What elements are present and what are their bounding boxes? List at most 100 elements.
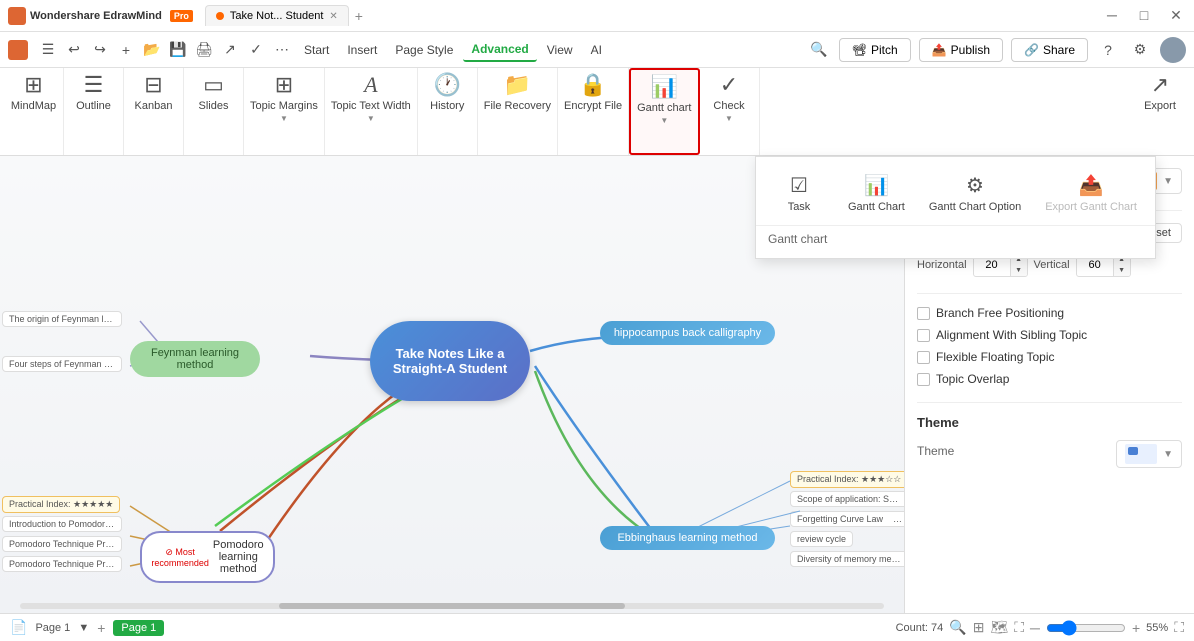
ribbon-encrypt-file[interactable]: 🔒 Encrypt File [558, 68, 629, 155]
print-icon[interactable]: 🖨 [192, 38, 216, 62]
vertical-down[interactable]: ▼ [1114, 265, 1130, 276]
check-ribbon-icon: ✓ [720, 74, 738, 96]
maximize-button[interactable]: □ [1134, 7, 1154, 24]
central-topic[interactable]: Take Notes Like a Straight-A Student [370, 321, 530, 401]
count-label: Count: 74 [896, 622, 944, 634]
user-avatar[interactable] [1160, 37, 1186, 63]
menu-page-style[interactable]: Page Style [387, 39, 461, 61]
ribbon-slides[interactable]: ▭ Slides [184, 68, 244, 155]
vertical-input[interactable] [1077, 257, 1113, 273]
minimize-button[interactable]: ─ [1102, 7, 1122, 24]
publish-button[interactable]: 📤 Publish [919, 38, 1003, 62]
topic-text-width-arrow: ▼ [367, 114, 375, 123]
zoom-in-button[interactable]: + [1132, 620, 1140, 636]
topic-overlap-checkbox[interactable] [917, 373, 930, 386]
add-page-button[interactable]: + [97, 620, 105, 636]
share-button[interactable]: 🔗 Share [1011, 38, 1088, 62]
zoom-out-button[interactable]: ─ [1030, 620, 1040, 636]
menu-hamburger-icon[interactable]: ☰ [36, 38, 60, 62]
grid-icon[interactable]: ⊞ [973, 619, 985, 636]
ribbon-file-recovery[interactable]: 📁 File Recovery [478, 68, 558, 155]
topic-overlap-label: Topic Overlap [936, 372, 1009, 386]
add-tab-button[interactable]: + [349, 6, 369, 26]
fit-icon[interactable]: 🔍 [949, 619, 966, 636]
zoom-slider[interactable] [1046, 620, 1126, 636]
alignment-sibling-checkbox[interactable] [917, 329, 930, 342]
gantt-chart-option-item[interactable]: ⚙ Gantt Chart Option [919, 169, 1031, 217]
tab-close-button[interactable]: ✕ [329, 11, 337, 22]
check-label: Check [713, 100, 744, 113]
page-dropdown-arrow[interactable]: ▼ [78, 622, 89, 634]
ribbon-topic-text-width[interactable]: A Topic Text Width ▼ [325, 68, 418, 155]
window-controls: ─ □ ✕ [1102, 7, 1186, 24]
theme-title: Theme [917, 415, 1182, 430]
gantt-chart-label: Gantt chart [637, 102, 691, 115]
sub-diversity: Diversity of memory methods [790, 551, 904, 567]
ribbon-outline[interactable]: ☰ Outline [64, 68, 124, 155]
ribbon-kanban[interactable]: ⊟ Kanban [124, 68, 184, 155]
redo-button[interactable]: ↪ [88, 38, 112, 62]
new-file-icon[interactable]: + [114, 38, 138, 62]
check-arrow: ▼ [725, 114, 733, 123]
encrypt-file-icon: 🔒 [579, 74, 606, 96]
horizontal-input[interactable] [974, 257, 1010, 273]
check-icon[interactable]: ✓ [244, 38, 268, 62]
feynman-node[interactable]: Feynman learning method [130, 341, 260, 377]
current-tab[interactable]: Take Not... Student ✕ [205, 5, 349, 26]
theme-dropdown-arrow: ▼ [1163, 449, 1173, 460]
h-scrollbar[interactable] [20, 603, 884, 609]
app-logo: Wondershare EdrawMind Pro [8, 7, 193, 25]
search-icon[interactable]: 🔍 [807, 38, 831, 62]
gantt-task-item[interactable]: ☑ Task [764, 169, 834, 217]
flexible-floating-row: Flexible Floating Topic [917, 350, 1182, 364]
ribbon-gantt-chart[interactable]: 📊 Gantt chart ▼ [629, 68, 699, 155]
menu-advanced[interactable]: Advanced [463, 38, 536, 62]
export-icon[interactable]: ↗ [218, 38, 242, 62]
hippocampus-node[interactable]: hippocampus back calligraphy [600, 321, 775, 345]
fullscreen-icon[interactable]: ⛶ [1014, 619, 1024, 636]
outline-label: Outline [76, 100, 111, 113]
save-icon[interactable]: 💾 [166, 38, 190, 62]
ribbon-topic-margins[interactable]: ⊞ Topic Margins ▼ [244, 68, 325, 155]
slides-label: Slides [199, 100, 229, 113]
publish-label: Publish [951, 43, 990, 57]
close-button[interactable]: ✕ [1166, 7, 1186, 24]
ebbinghaus-node[interactable]: Ebbinghaus learning method [600, 526, 775, 550]
ribbon-mindmap[interactable]: ⊞ MindMap [4, 68, 64, 155]
theme-section: Theme Theme ▼ [917, 415, 1182, 468]
topic-margins-arrow: ▼ [280, 114, 288, 123]
horizontal-down[interactable]: ▼ [1011, 265, 1027, 276]
share-label: Share [1043, 43, 1075, 57]
menu-ai[interactable]: AI [583, 39, 610, 61]
open-icon[interactable]: 📂 [140, 38, 164, 62]
active-page-tab[interactable]: Page 1 [113, 620, 164, 636]
tab-title: Take Not... Student [230, 10, 324, 22]
kanban-icon: ⊟ [144, 74, 162, 96]
gantt-dropdown: ☑ Task 📊 Gantt Chart ⚙ Gantt Chart Optio… [755, 156, 1156, 259]
theme-selector[interactable]: ▼ [1116, 440, 1182, 468]
undo-button[interactable]: ↩ [62, 38, 86, 62]
flexible-floating-checkbox[interactable] [917, 351, 930, 364]
more-icon[interactable]: ⋯ [270, 38, 294, 62]
pomodoro-node[interactable]: ⊘ Most recommended Pomodoro learning met… [140, 531, 275, 583]
menu-start[interactable]: Start [296, 39, 337, 61]
h-scrollbar-thumb[interactable] [279, 603, 625, 609]
branch-free-checkbox[interactable] [917, 307, 930, 320]
menu-view[interactable]: View [539, 39, 581, 61]
ribbon-history[interactable]: 🕐 History [418, 68, 478, 155]
gantt-chart-sub-item[interactable]: 📊 Gantt Chart [838, 169, 915, 217]
sub-review: review cycle [790, 531, 853, 547]
menu-insert[interactable]: Insert [339, 39, 385, 61]
settings-icon[interactable]: ⚙ [1128, 38, 1152, 62]
menubar: ☰ ↩ ↪ + 📂 💾 🖨 ↗ ✓ ⋯ Start Insert Page St… [0, 32, 1194, 68]
ribbon-check[interactable]: ✓ Check ▼ [700, 68, 760, 155]
file-recovery-label: File Recovery [484, 100, 551, 113]
help-icon[interactable]: ? [1096, 38, 1120, 62]
sub-process-pomodoro: Pomodoro Technique Process [2, 556, 122, 572]
map-icon[interactable]: 🗺 [990, 619, 1008, 636]
export-gantt-item[interactable]: 📤 Export Gantt Chart [1035, 169, 1147, 217]
ribbon-export[interactable]: ↗ Export [1130, 68, 1190, 155]
export-label: Export [1144, 100, 1176, 113]
pitch-button[interactable]: 📽 Pitch [839, 38, 911, 62]
fit-page-icon[interactable]: ⛶ [1174, 619, 1184, 636]
